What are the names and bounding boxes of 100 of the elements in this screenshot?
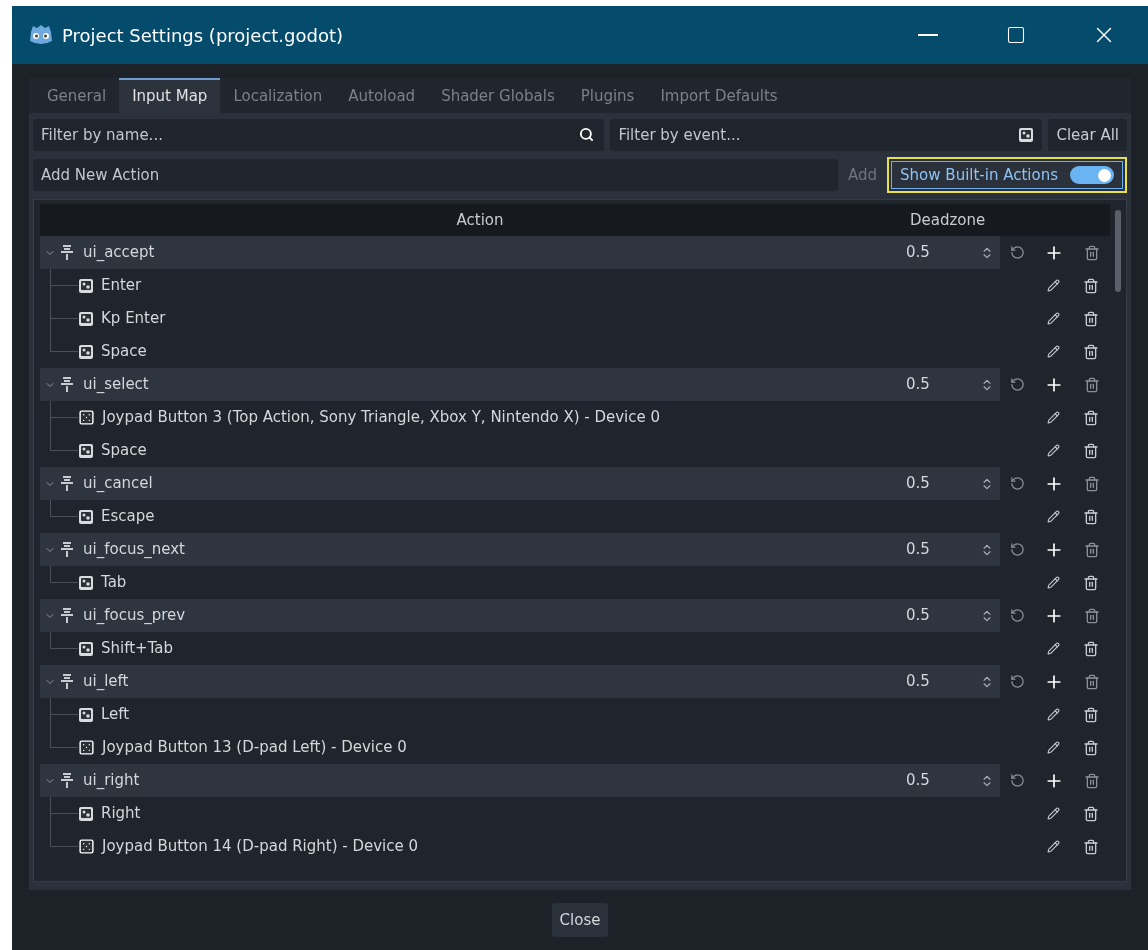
filter-by-event-field[interactable]: Filter by event... — [610, 119, 1043, 151]
close-button[interactable]: Close — [551, 903, 609, 937]
revert-icon[interactable] — [1009, 476, 1025, 491]
delete-icon[interactable] — [1082, 805, 1099, 822]
edit-icon[interactable] — [1047, 510, 1061, 523]
gamepad-button-icon — [78, 739, 95, 756]
edit-icon[interactable] — [1047, 279, 1061, 292]
window-title: Project Settings (project.godot) — [62, 23, 344, 48]
delete-icon[interactable] — [1084, 244, 1101, 261]
edit-icon[interactable] — [1047, 741, 1061, 754]
delete-icon[interactable] — [1082, 574, 1099, 591]
event-row[interactable]: Enter — [40, 269, 1110, 302]
tab[interactable]: Autoload — [335, 78, 429, 113]
action-name: ui_right — [83, 770, 140, 792]
deadzone-spinbox[interactable]: 0.5 — [900, 764, 1000, 797]
revert-icon[interactable] — [1009, 608, 1025, 623]
revert-icon[interactable] — [1009, 773, 1025, 788]
delete-icon[interactable] — [1082, 640, 1099, 657]
revert-icon[interactable] — [1009, 377, 1025, 392]
pin-icon — [61, 773, 73, 788]
tab[interactable]: Input Map — [119, 78, 221, 113]
event-label: Kp Enter — [101, 308, 166, 330]
minimize-icon — [918, 34, 938, 36]
tab[interactable]: General — [34, 78, 120, 113]
app-logo-icon — [28, 23, 54, 47]
delete-icon[interactable] — [1082, 508, 1099, 525]
deadzone-spinbox[interactable]: 0.5 — [900, 236, 1000, 269]
edit-icon[interactable] — [1047, 411, 1061, 424]
delete-icon[interactable] — [1082, 442, 1099, 459]
search-icon — [579, 127, 595, 142]
delete-icon[interactable] — [1082, 739, 1099, 756]
revert-icon[interactable] — [1009, 674, 1025, 689]
spin-arrows-icon — [980, 245, 994, 260]
event-label: Joypad Button 13 (D-pad Left) - Device 0 — [102, 737, 407, 759]
keyboard-key-icon — [78, 640, 94, 657]
keyboard-key-icon — [78, 277, 94, 294]
pin-icon — [61, 674, 73, 689]
event-label: Joypad Button 3 (Top Action, Sony Triangle, Xbox Y, Nintendo X) - Device 0 — [102, 407, 661, 429]
action-name: ui_focus_next — [83, 539, 185, 561]
event-label: Joypad Button 14 (D-pad Right) - Device 0 — [102, 836, 419, 858]
maximize-icon — [1006, 25, 1026, 45]
edit-icon[interactable] — [1047, 642, 1061, 655]
delete-icon[interactable] — [1084, 607, 1101, 624]
event-label: Tab — [101, 572, 127, 594]
show-built-in-actions-toggle[interactable]: Show Built-in Actions — [891, 161, 1123, 189]
event-row[interactable]: Left — [40, 698, 1110, 731]
gamepad-button-icon — [78, 838, 95, 855]
deadzone-spinbox[interactable]: 0.5 — [900, 599, 1000, 632]
edit-icon[interactable] — [1047, 444, 1061, 457]
keyboard-key-icon — [78, 343, 94, 360]
revert-icon[interactable] — [1009, 542, 1025, 557]
action-name: ui_cancel — [83, 473, 153, 495]
event-row[interactable]: Space — [40, 335, 1110, 368]
event-row[interactable]: Kp Enter — [40, 302, 1110, 335]
pin-icon — [61, 608, 73, 623]
event-row[interactable]: Joypad Button 3 (Top Action, Sony Triangle, Xbox Y, Nintendo X) - Device 0 — [40, 401, 1110, 434]
event-row[interactable]: Space — [40, 434, 1110, 467]
event-row[interactable]: Tab — [40, 566, 1110, 599]
deadzone-spinbox[interactable]: 0.5 — [900, 467, 1000, 500]
filter-by-name-field[interactable]: Filter by name... — [33, 119, 605, 151]
scrollbar-thumb[interactable] — [1115, 210, 1121, 292]
delete-icon[interactable] — [1084, 376, 1101, 393]
add-new-action-field[interactable]: Add New Action — [33, 159, 839, 191]
edit-icon[interactable] — [1047, 576, 1061, 589]
tab[interactable]: Plugins — [567, 78, 648, 113]
delete-icon[interactable] — [1082, 310, 1099, 327]
keyboard-key-icon — [78, 706, 94, 723]
delete-icon[interactable] — [1082, 343, 1099, 360]
delete-icon[interactable] — [1082, 838, 1099, 855]
event-label: Space — [101, 440, 147, 462]
tab[interactable]: Shader Globals — [428, 78, 568, 113]
pin-icon — [61, 476, 73, 491]
keyboard-key-icon — [1018, 127, 1035, 143]
edit-icon[interactable] — [1047, 840, 1061, 853]
delete-icon[interactable] — [1082, 706, 1099, 723]
event-row[interactable]: Right — [40, 797, 1110, 830]
delete-icon[interactable] — [1084, 772, 1101, 789]
delete-icon[interactable] — [1082, 409, 1099, 426]
edit-icon[interactable] — [1047, 708, 1061, 721]
delete-icon[interactable] — [1084, 541, 1101, 558]
edit-icon[interactable] — [1047, 807, 1061, 820]
event-label: Space — [101, 341, 147, 363]
action-name: ui_accept — [83, 242, 155, 264]
tab[interactable]: Localization — [220, 78, 336, 113]
event-row[interactable]: Joypad Button 14 (D-pad Right) - Device 0 — [40, 830, 1110, 863]
revert-icon[interactable] — [1009, 245, 1025, 260]
event-row[interactable]: Shift+Tab — [40, 632, 1110, 665]
tab[interactable]: Import Defaults — [647, 78, 791, 113]
delete-icon[interactable] — [1084, 673, 1101, 690]
deadzone-spinbox[interactable]: 0.5 — [900, 533, 1000, 566]
event-row[interactable]: Joypad Button 13 (D-pad Left) - Device 0 — [40, 731, 1110, 764]
deadzone-spinbox[interactable]: 0.5 — [900, 665, 1000, 698]
delete-icon[interactable] — [1084, 475, 1101, 492]
event-row[interactable]: Escape — [40, 500, 1110, 533]
edit-icon[interactable] — [1047, 345, 1061, 358]
deadzone-spinbox[interactable]: 0.5 — [900, 368, 1000, 401]
clear-all-button[interactable]: Clear All — [1048, 119, 1127, 151]
delete-icon[interactable] — [1082, 277, 1099, 294]
edit-icon[interactable] — [1047, 312, 1061, 325]
column-header: Action — [455, 209, 505, 231]
